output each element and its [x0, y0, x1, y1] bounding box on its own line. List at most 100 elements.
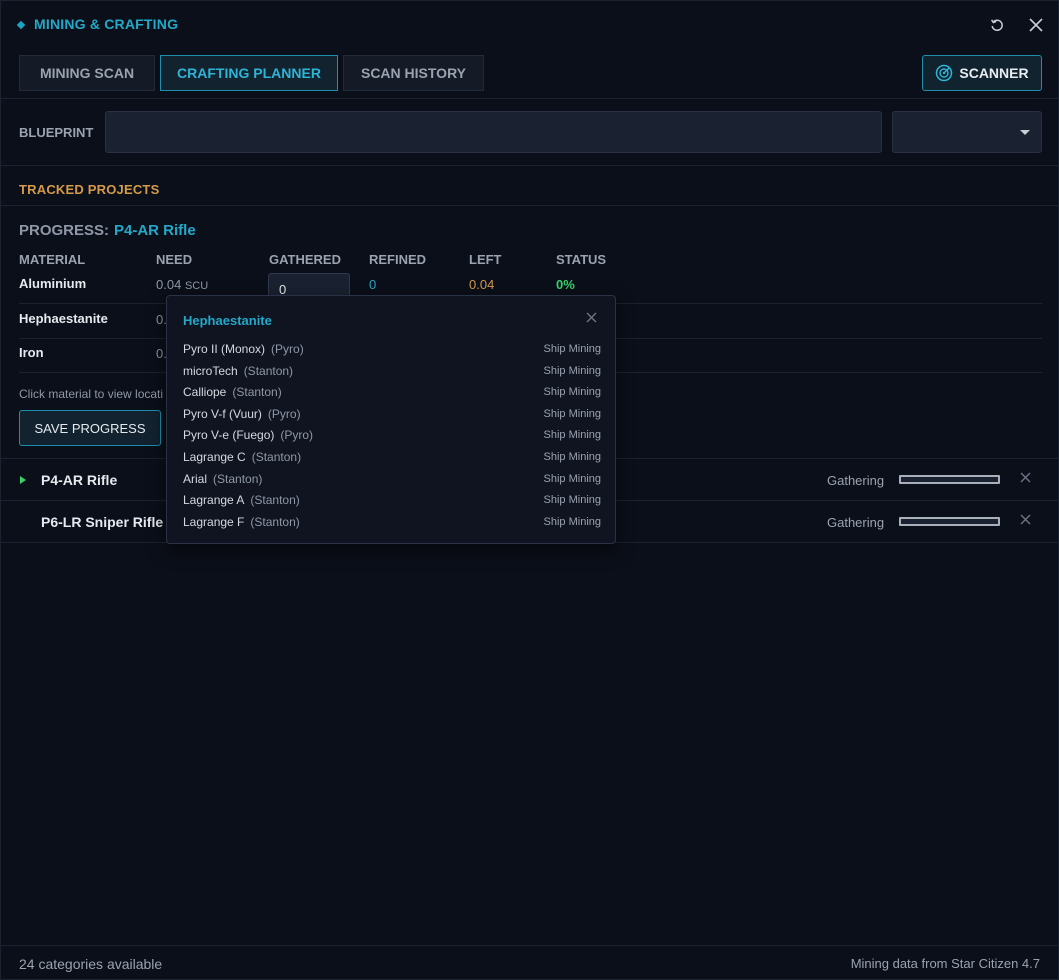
project-state: Gathering — [827, 473, 885, 488]
status-value: 0% — [556, 277, 575, 292]
close-icon — [586, 312, 596, 323]
column-header-gathered: GATHERED — [269, 252, 341, 267]
location-name: Lagrange A (Stanton) — [183, 493, 300, 507]
location-body: Lagrange A — [183, 493, 245, 507]
window-title: MINING & CRAFTING — [34, 16, 179, 32]
remove-project-button[interactable] — [1018, 471, 1032, 485]
location-system: (Stanton) — [251, 450, 302, 464]
diamond-icon — [16, 20, 26, 30]
location-mining-type: Ship Mining — [543, 494, 601, 506]
divider — [1, 945, 1058, 946]
location-body: Lagrange C — [183, 450, 246, 464]
location-row[interactable]: Calliope (Stanton) Ship Mining — [183, 382, 601, 402]
location-mining-type: Ship Mining — [543, 365, 601, 377]
footer-data-source: Mining data from Star Citizen 4.7 — [850, 956, 1040, 971]
location-name: microTech (Stanton) — [183, 364, 293, 378]
location-name: Arial (Stanton) — [183, 472, 262, 486]
close-icon — [1020, 514, 1030, 525]
location-mining-type: Ship Mining — [543, 516, 601, 528]
tracked-projects-title: TRACKED PROJECTS — [19, 182, 160, 197]
save-progress-button[interactable]: SAVE PROGRESS — [19, 410, 161, 446]
location-system: (Pyro) — [271, 342, 304, 356]
location-row[interactable]: microTech (Stanton) Ship Mining — [183, 361, 601, 381]
refined-value: 0 — [369, 277, 377, 292]
blueprint-search-input[interactable] — [105, 111, 882, 153]
reset-icon — [990, 19, 1003, 32]
location-system: (Stanton) — [250, 493, 300, 507]
location-row[interactable]: Pyro V-e (Fuego) (Pyro) Ship Mining — [183, 425, 601, 445]
location-row[interactable]: Lagrange C (Stanton) Ship Mining — [183, 447, 601, 467]
location-mining-type: Ship Mining — [543, 473, 601, 485]
left-value: 0.04 — [469, 277, 495, 292]
location-mining-type: Ship Mining — [543, 429, 601, 441]
location-system: (Stanton) — [232, 385, 282, 399]
project-progress-bar — [899, 475, 1000, 484]
location-row[interactable]: Arial (Stanton) Ship Mining — [183, 469, 601, 489]
location-system: (Stanton) — [250, 515, 300, 529]
close-icon — [1020, 472, 1030, 483]
location-mining-type: Ship Mining — [543, 386, 601, 398]
location-body: Pyro V-e (Fuego) — [183, 428, 275, 442]
location-system: (Pyro) — [267, 407, 301, 421]
close-icon — [1029, 18, 1043, 32]
popup-close-button[interactable] — [584, 311, 598, 325]
location-row[interactable]: Lagrange F (Stanton) Ship Mining — [183, 512, 601, 532]
project-name[interactable]: P6-LR Sniper Rifle — [41, 514, 163, 530]
close-window-button[interactable] — [1024, 13, 1048, 37]
project-state: Gathering — [827, 515, 885, 530]
location-name: Pyro V-e (Fuego) (Pyro) — [183, 428, 313, 442]
material-name-hephaestanite[interactable]: Hephaestanite — [19, 311, 108, 326]
need-unit: SCU — [184, 280, 209, 292]
location-system: (Pyro) — [280, 428, 314, 442]
location-system: (Stanton) — [243, 364, 294, 378]
app-window: MINING & CRAFTING MINING SCAN CRAFTING P… — [0, 0, 1059, 980]
reset-button[interactable] — [985, 13, 1009, 37]
blueprint-label: BLUEPRINT — [19, 125, 94, 140]
material-locations-popup: Hephaestanite Pyro II (Monox) (Pyro) Ship … — [166, 295, 616, 544]
tab-scan-history[interactable]: SCAN HISTORY — [343, 55, 484, 91]
column-header-left: LEFT — [469, 252, 502, 267]
scanner-button[interactable]: SCANNER — [922, 55, 1042, 91]
location-body: Calliope — [183, 385, 227, 399]
popup-title: Hephaestanite — [183, 313, 272, 328]
location-name: Calliope (Stanton) — [183, 385, 282, 399]
footer-categories-count: 24 categories available — [19, 956, 163, 972]
material-name-aluminium[interactable]: Aluminium — [19, 276, 86, 291]
location-row[interactable]: Pyro II (Monox) (Pyro) Ship Mining — [183, 339, 601, 359]
tab-crafting-planner[interactable]: CRAFTING PLANNER — [160, 55, 338, 91]
location-name: Lagrange F (Stanton) — [183, 515, 300, 529]
play-icon — [20, 476, 26, 484]
location-body: microTech — [183, 364, 238, 378]
location-body: Lagrange F — [183, 515, 245, 529]
progress-project-name: P4-AR Rifle — [114, 222, 196, 239]
tab-mining-scan[interactable]: MINING SCAN — [19, 55, 155, 91]
material-hint-text: Click material to view locati — [19, 387, 164, 401]
location-body: Pyro II (Monox) — [183, 342, 266, 356]
chevron-down-icon — [1020, 130, 1030, 135]
divider — [1, 98, 1058, 99]
material-name-iron[interactable]: Iron — [19, 345, 44, 360]
blueprint-category-select[interactable] — [892, 111, 1042, 153]
location-mining-type: Ship Mining — [543, 408, 601, 420]
project-name[interactable]: P4-AR Rifle — [41, 472, 117, 488]
remove-project-button[interactable] — [1018, 513, 1032, 527]
progress-label: PROGRESS: — [19, 222, 110, 239]
location-name: Lagrange C (Stanton) — [183, 450, 301, 464]
column-header-status: STATUS — [556, 252, 607, 267]
location-body: Arial — [183, 472, 208, 486]
radar-icon — [936, 64, 953, 82]
column-header-need: NEED — [156, 252, 193, 267]
location-mining-type: Ship Mining — [543, 451, 601, 463]
material-need: 0.04 SCU — [156, 277, 208, 292]
scanner-button-label: SCANNER — [959, 65, 1029, 81]
location-name: Pyro II (Monox) (Pyro) — [183, 342, 304, 356]
divider — [1, 205, 1058, 206]
column-header-material: MATERIAL — [19, 252, 86, 267]
column-header-refined: REFINED — [369, 252, 427, 267]
location-row[interactable]: Pyro V-f (Vuur) (Pyro) Ship Mining — [183, 404, 601, 424]
location-body: Pyro V-f (Vuur) — [183, 407, 262, 421]
location-row[interactable]: Lagrange A (Stanton) Ship Mining — [183, 490, 601, 510]
location-system: (Stanton) — [213, 472, 263, 486]
location-name: Pyro V-f (Vuur) (Pyro) — [183, 407, 301, 421]
title-bar: MINING & CRAFTING — [1, 1, 1058, 47]
